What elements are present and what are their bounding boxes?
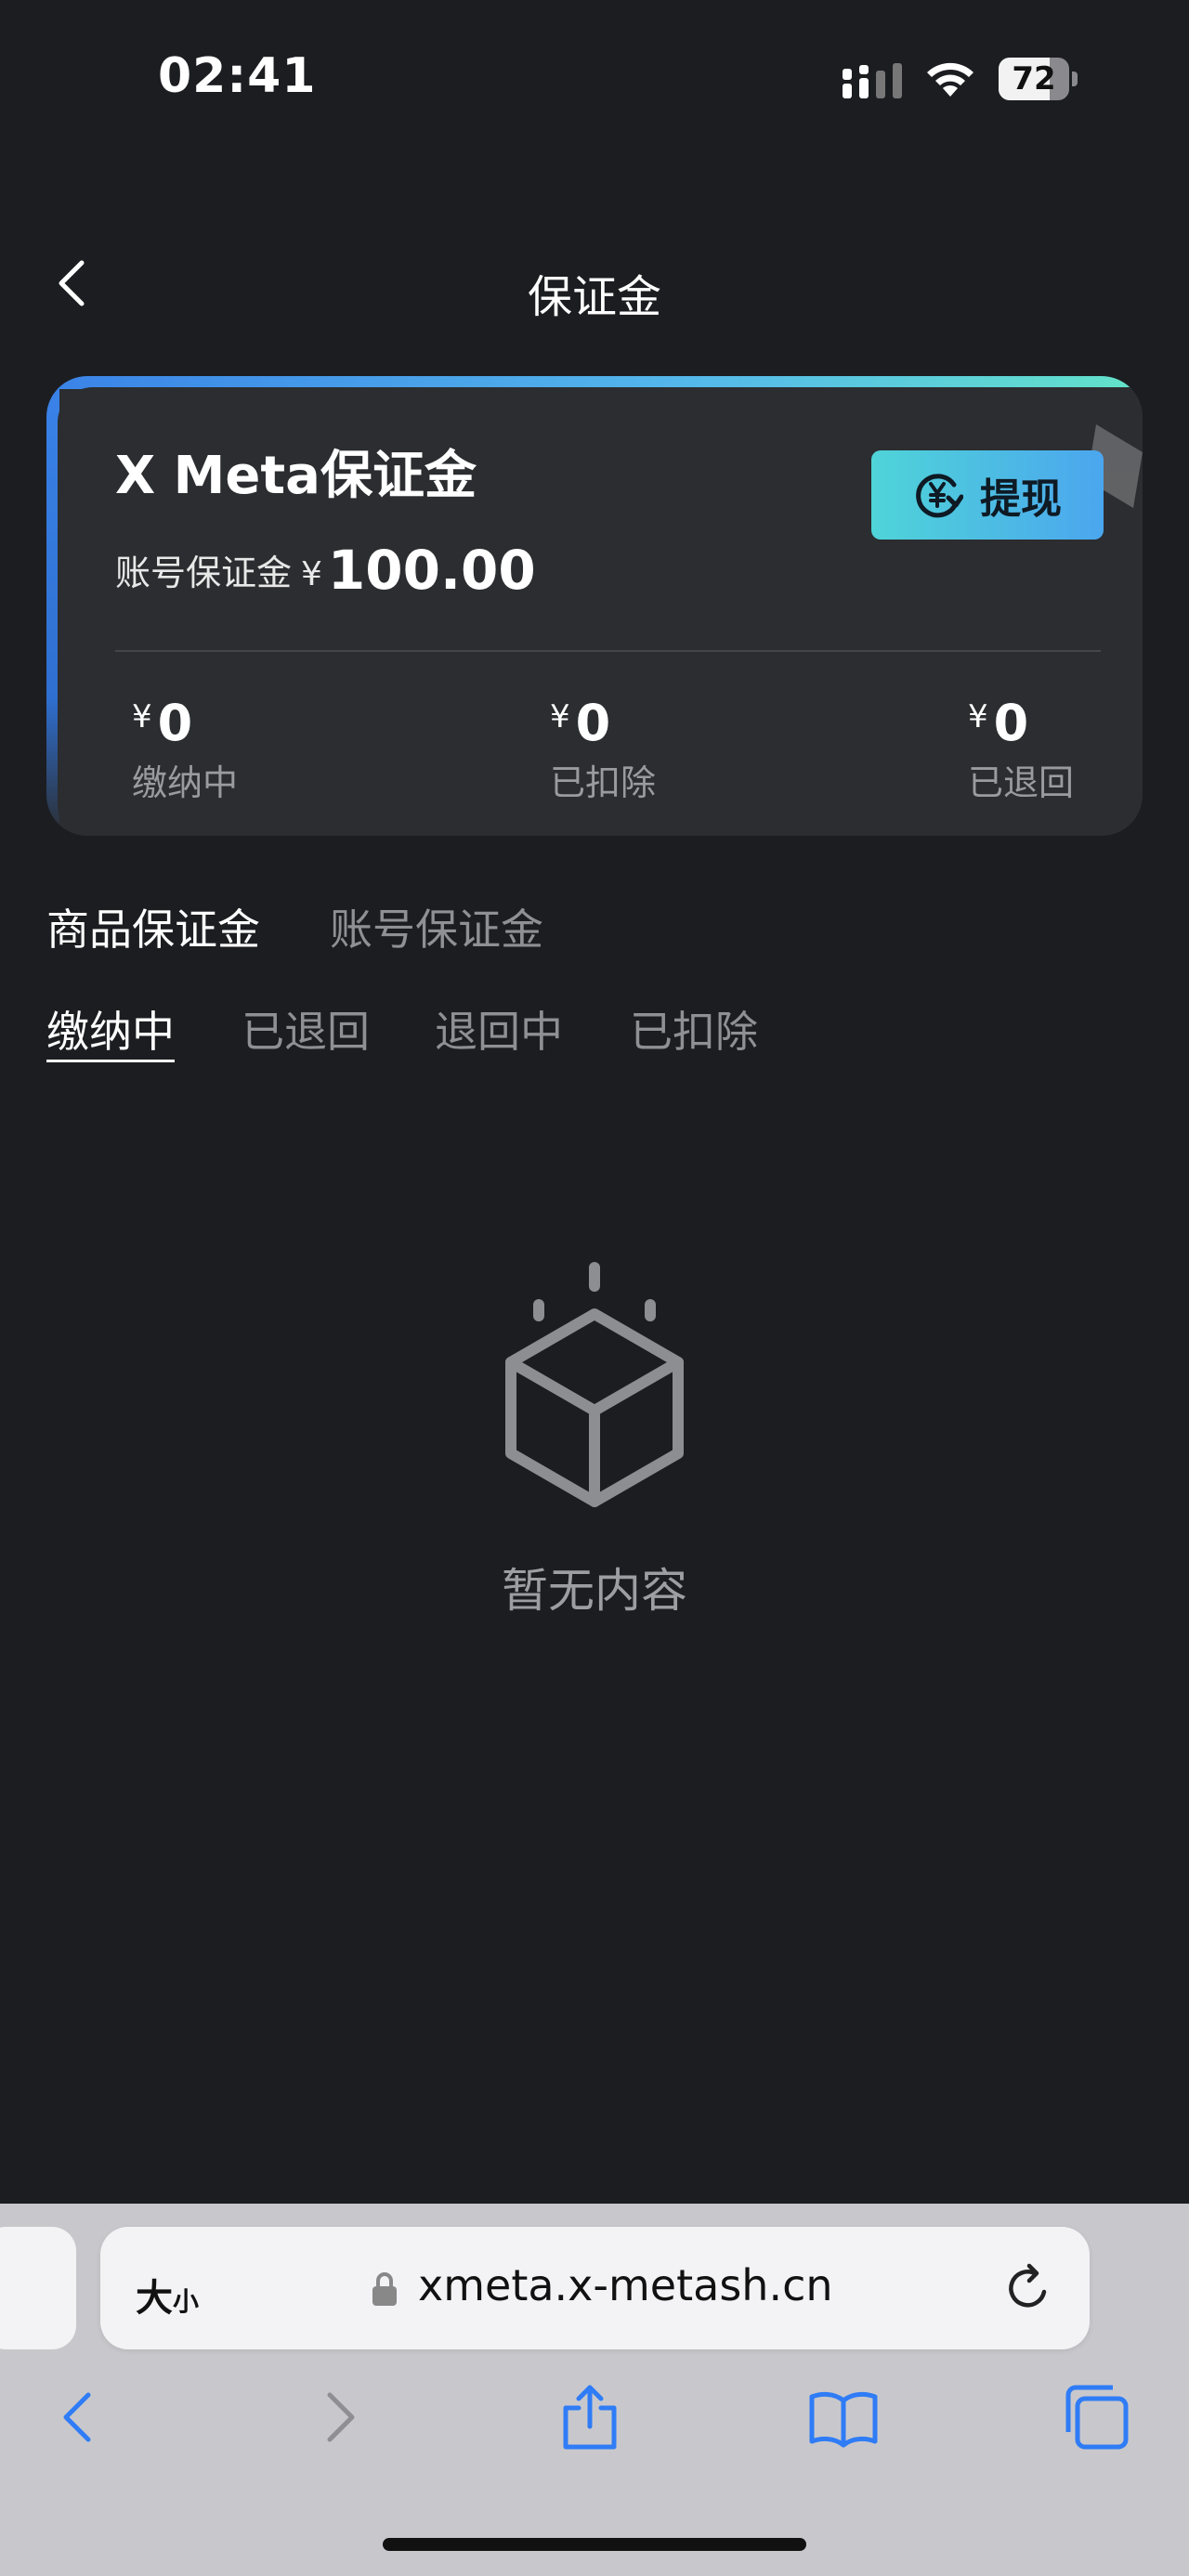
account-deposit-line: 账号保证金 ¥100.00 [115, 539, 536, 602]
status-time: 02:41 [158, 48, 317, 104]
stat-deducted-label: 已扣除 [550, 762, 657, 803]
active-tab-indicator [46, 1060, 175, 1062]
stat-deducted-value: 0 [575, 694, 611, 752]
url-text: xmeta.x-metash.cn [418, 2260, 833, 2310]
deposit-label: 账号保证金 [115, 553, 293, 593]
tab-account-deposit[interactable]: 账号保证金 [330, 896, 543, 957]
previous-tab-preview[interactable] [0, 2227, 76, 2349]
withdraw-label: 提现 [980, 475, 1062, 523]
empty-box-icon [505, 1262, 684, 1507]
stat-returned-label: 已退回 [968, 762, 1075, 803]
browser-toolbar: 大小 xmeta.x-metash.cn [0, 2204, 1189, 2576]
nav-bar: 保证金 [0, 232, 1189, 334]
deposit-amount: 100.00 [327, 539, 536, 602]
yen-exchange-icon [916, 474, 963, 518]
battery-level: 72 [1012, 60, 1056, 98]
home-indicator [383, 2538, 806, 2551]
currency-symbol: ¥ [301, 555, 322, 593]
stat-deducted: ¥0 已扣除 [550, 694, 657, 803]
tab-product-deposit[interactable]: 商品保证金 [46, 896, 260, 957]
lock-icon [372, 2272, 397, 2306]
text-size-button[interactable]: 大小 [136, 2268, 199, 2322]
address-bar[interactable]: 大小 xmeta.x-metash.cn [100, 2227, 1090, 2349]
cellular-signal-icon [843, 63, 902, 98]
tab-returned[interactable]: 已退回 [242, 998, 370, 1060]
tab-paying[interactable]: 缴纳中 [46, 998, 175, 1062]
card-divider [115, 650, 1101, 652]
stat-paying: ¥0 缴纳中 [132, 694, 239, 803]
deposit-summary-card: X Meta保证金 账号保证金 ¥100.00 提现 ¥0 缴纳中 ¥0 已扣除 … [46, 376, 1143, 836]
status-bar: 02:41 72 [0, 0, 1189, 158]
page-title: 保证金 [527, 271, 661, 323]
reload-icon[interactable] [1001, 2260, 1057, 2316]
empty-state-text: 暂无内容 [502, 1564, 687, 1618]
tab-returning[interactable]: 退回中 [435, 998, 563, 1060]
stat-returned: ¥0 已退回 [968, 694, 1075, 803]
tabs-icon[interactable] [1059, 2380, 1133, 2454]
wifi-icon [927, 62, 973, 97]
bookmarks-icon[interactable] [806, 2380, 881, 2454]
share-icon[interactable] [553, 2380, 627, 2454]
stat-paying-label: 缴纳中 [132, 762, 239, 803]
withdraw-button[interactable]: 提现 [871, 450, 1104, 540]
tab-deducted[interactable]: 已扣除 [630, 998, 758, 1060]
forward-icon[interactable] [302, 2380, 376, 2454]
back-icon[interactable] [42, 2380, 116, 2454]
card-title: X Meta保证金 [115, 446, 477, 506]
battery-icon: 72 [999, 58, 1078, 100]
stat-paying-value: 0 [157, 694, 193, 752]
stat-returned-value: 0 [993, 694, 1029, 752]
